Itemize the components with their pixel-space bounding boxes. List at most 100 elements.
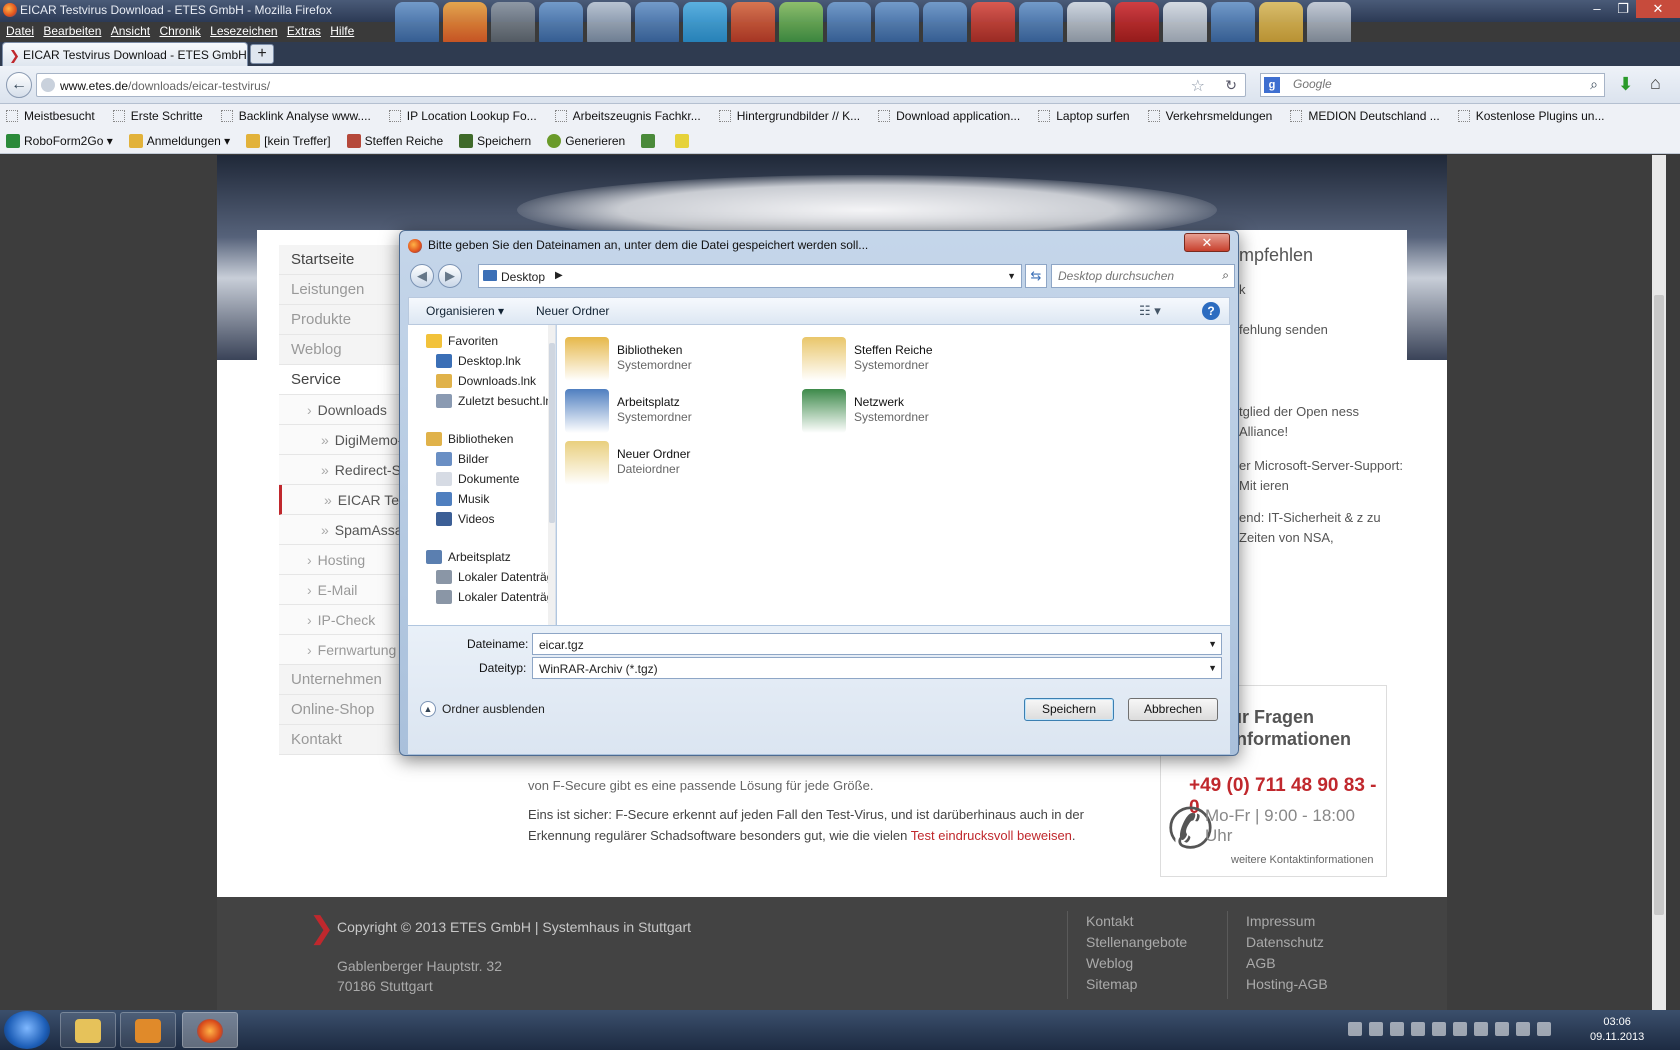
nav-tree-item[interactable]: Dokumente — [436, 469, 519, 489]
bookmark-item[interactable]: Verkehrsmeldungen — [1142, 109, 1272, 123]
display-icon[interactable] — [1516, 1022, 1530, 1036]
chevron-down-icon[interactable]: ▼ — [1208, 639, 1217, 649]
chevron-down-icon[interactable]: ▼ — [1208, 663, 1217, 673]
volume-icon[interactable] — [1537, 1022, 1551, 1036]
taskbar-explorer[interactable] — [60, 1012, 116, 1048]
scroll-thumb[interactable] — [1654, 295, 1664, 915]
save-button[interactable]: Speichern — [1024, 698, 1114, 721]
dialog-search-input[interactable] — [1058, 269, 1208, 283]
start-button[interactable] — [4, 1011, 50, 1049]
network-icon[interactable] — [1474, 1022, 1488, 1036]
menu-datei[interactable]: Datei — [6, 24, 34, 38]
language-flag-icon[interactable] — [1348, 1022, 1362, 1036]
view-options-icon[interactable]: ☷ ▾ — [1139, 303, 1161, 319]
generate-button[interactable]: Generieren — [541, 133, 625, 148]
new-tab-button[interactable]: + — [250, 44, 274, 64]
bookmark-item[interactable]: Hintergrundbilder // K... — [713, 109, 860, 123]
bookmark-item[interactable]: MEDION Deutschland ... — [1284, 109, 1440, 123]
nav-tree-item[interactable]: Favoriten — [426, 331, 498, 351]
bookmark-item[interactable]: Laptop surfen — [1032, 109, 1130, 123]
no-match-button[interactable]: [kein Treffer] — [240, 133, 331, 148]
system-clock[interactable]: 03:06 09.11.2013 — [1590, 1015, 1644, 1045]
back-button[interactable]: ← — [6, 72, 32, 98]
scroll-thumb[interactable] — [549, 343, 555, 523]
chevron-up-icon[interactable]: ▲ — [420, 701, 436, 717]
restore-button[interactable]: ❐ — [1610, 0, 1636, 18]
footer-link[interactable]: Sitemap — [1086, 974, 1187, 995]
new-folder-button[interactable]: Neuer Ordner — [536, 304, 609, 318]
nav-pane-scrollbar[interactable] — [548, 325, 555, 625]
news-item[interactable]: end: IT-Sicherheit & z zu Zeiten von NSA… — [1239, 508, 1409, 548]
refresh-button[interactable]: ⇆ — [1025, 264, 1047, 288]
nav-tree-item[interactable]: Arbeitsplatz — [426, 547, 511, 567]
google-engine-icon[interactable]: g — [1264, 77, 1280, 93]
page-scrollbar[interactable] — [1652, 155, 1666, 1010]
dialog-close-button[interactable]: ✕ — [1184, 233, 1230, 252]
file-item-arbeitsplatz[interactable]: Arbeitsplatz Systemordner — [565, 387, 785, 437]
cancel-button[interactable]: Abbrechen — [1128, 698, 1218, 721]
nav-tree-item[interactable]: Videos — [436, 509, 494, 529]
taskbar-firefox[interactable] — [182, 1012, 238, 1048]
help-icon[interactable]: ? — [1202, 302, 1220, 320]
highlighter-button[interactable] — [669, 133, 693, 148]
bookmark-item[interactable]: Arbeitszeugnis Fachkr... — [549, 109, 701, 123]
search-icon[interactable]: ⌕ — [1222, 268, 1229, 283]
forward-button[interactable]: ▶ — [438, 264, 462, 288]
chevron-down-icon[interactable]: ▼ — [1007, 271, 1016, 281]
tray-app-icon[interactable] — [1369, 1022, 1383, 1036]
bookmark-star-icon[interactable]: ☆ — [1191, 76, 1205, 96]
reload-icon[interactable]: ↻ — [1225, 77, 1237, 94]
roboform2go-button[interactable]: RoboForm2Go ▾ — [0, 133, 113, 148]
organize-button[interactable]: Organisieren ▾ — [426, 304, 504, 318]
recommend-send-link[interactable]: fehlung senden — [1239, 320, 1409, 340]
footer-link[interactable]: Weblog — [1086, 953, 1187, 974]
site-identity-icon[interactable] — [41, 78, 55, 92]
tray-app-icon[interactable] — [1411, 1022, 1425, 1036]
minimize-button[interactable]: – — [1584, 0, 1610, 18]
location-breadcrumb[interactable]: Desktop ▶ ▼ — [478, 264, 1022, 288]
nav-tree-item[interactable]: Lokaler Datenträger — [436, 587, 555, 607]
more-contact-link[interactable]: weitere Kontaktinformationen — [1231, 854, 1373, 866]
nav-tree-item[interactable]: Downloads.lnk — [436, 371, 536, 391]
bookmark-item[interactable]: IP Location Lookup Fo... — [383, 109, 537, 123]
menu-lesezeichen[interactable]: Lesezeichen — [210, 24, 277, 38]
nav-tree-item[interactable]: Desktop.lnk — [436, 351, 521, 371]
menu-bearbeiten[interactable]: Bearbeiten — [43, 24, 101, 38]
footer-link[interactable]: Impressum — [1246, 911, 1328, 932]
bookmark-item[interactable]: Kostenlose Plugins un... — [1452, 109, 1604, 123]
bookmark-item[interactable]: Erste Schritte — [107, 109, 203, 123]
tray-app-icon[interactable] — [1390, 1022, 1404, 1036]
news-item[interactable]: er Microsoft-Server-Support: Mit ieren — [1239, 456, 1409, 496]
menu-chronik[interactable]: Chronik — [159, 24, 200, 38]
action-center-icon[interactable] — [1495, 1022, 1509, 1036]
nav-tree-item[interactable]: Bibliotheken — [426, 429, 513, 449]
back-button[interactable]: ◀ — [410, 264, 434, 288]
home-icon[interactable]: ⌂ — [1650, 73, 1661, 94]
filename-input[interactable]: eicar.tgz ▼ — [532, 633, 1222, 655]
tray-app-icon[interactable] — [1453, 1022, 1467, 1036]
file-item-netzwerk[interactable]: Netzwerk Systemordner — [802, 387, 1022, 437]
hide-folders-toggle[interactable]: ▲ Ordner ausblenden — [420, 701, 545, 717]
nav-tree-item[interactable]: Lokaler Datenträger — [436, 567, 555, 587]
file-item-neuer-ordner[interactable]: Neuer Ordner Dateiordner — [565, 439, 785, 489]
close-window-button[interactable]: ✕ — [1636, 0, 1680, 18]
taskbar-media-player[interactable] — [120, 1012, 176, 1048]
footer-link[interactable]: Stellenangebote — [1086, 932, 1187, 953]
menu-hilfe[interactable]: Hilfe — [330, 24, 354, 38]
url-bar[interactable]: www.etes.de/downloads/eicar-testvirus/ ☆… — [36, 73, 1246, 97]
bookmark-item[interactable]: Backlink Analyse www.... — [215, 109, 371, 123]
search-icon[interactable]: ⌕ — [1590, 76, 1598, 93]
nav-tree-item[interactable]: Zuletzt besucht.lnk — [436, 391, 555, 411]
filename-value[interactable]: eicar.tgz — [539, 638, 584, 652]
identity-button[interactable]: Steffen Reiche — [341, 133, 443, 148]
downloads-icon[interactable]: ⬇ — [1618, 74, 1633, 95]
menu-ansicht[interactable]: Ansicht — [111, 24, 150, 38]
search-bar[interactable]: g ⌕ — [1260, 73, 1605, 97]
nav-tree-item[interactable]: Bilder — [436, 449, 489, 469]
footer-link[interactable]: Hosting-AGB — [1246, 974, 1328, 995]
dialog-search-box[interactable]: ⌕ — [1051, 264, 1235, 288]
location-label[interactable]: Desktop — [501, 270, 545, 284]
file-item-bibliotheken[interactable]: Bibliotheken Systemordner — [565, 335, 785, 385]
save-form-button[interactable]: Speichern — [453, 133, 531, 148]
footer-link[interactable]: Kontakt — [1086, 911, 1187, 932]
